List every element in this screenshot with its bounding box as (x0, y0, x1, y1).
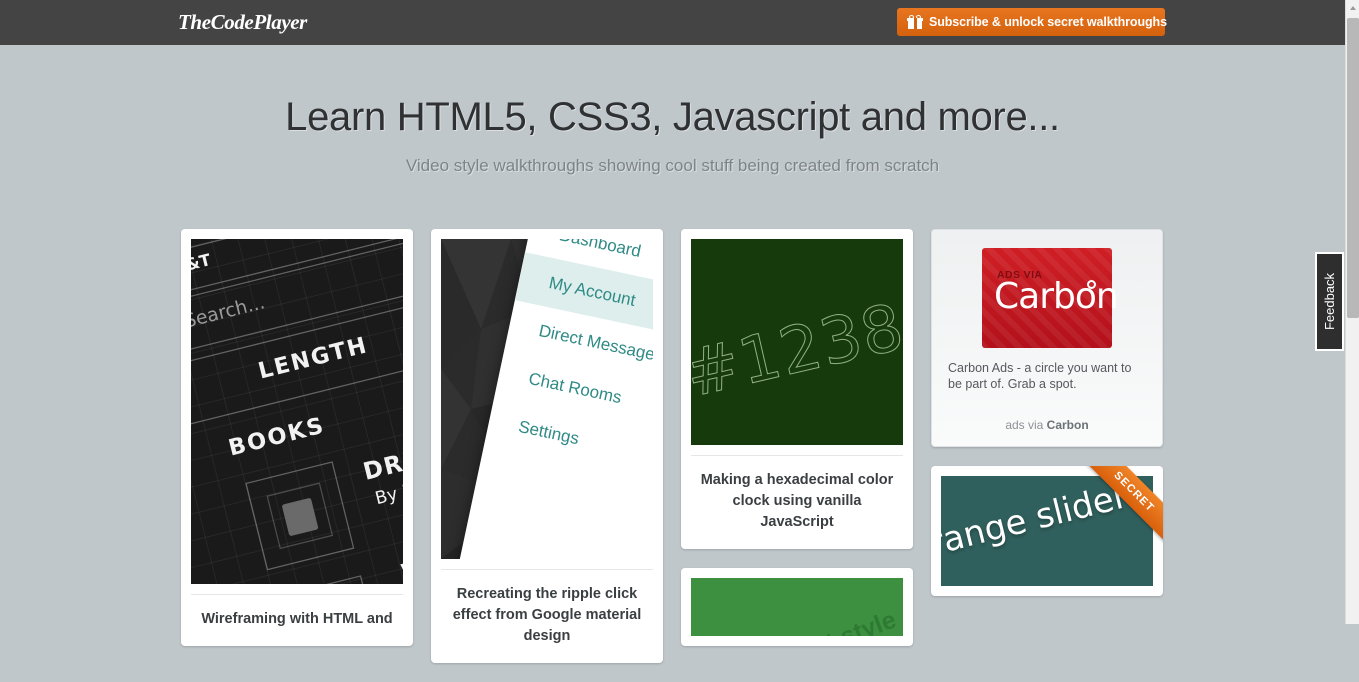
green-thumbnail: t style (691, 578, 903, 636)
card-column-3: #123805 Making a hexadecimal color clock… (681, 229, 913, 665)
wire-book-title: DRIFT (360, 438, 403, 487)
card-column-4: ADS VIA Carbon Carbon Ads - a circle you… (931, 229, 1163, 615)
card-title: Making a hexadecimal color clock using v… (691, 455, 903, 539)
carbon-wordmark: Carbon (994, 276, 1119, 317)
site-logo[interactable]: TheCodePlayer (178, 10, 307, 35)
card-title: Recreating the ripple click effect from … (441, 569, 653, 653)
wireframing-thumbnail: 12:34 PM AT&T Search... LENGTH BOOKS DRI… (191, 239, 403, 584)
card-green-diagonal[interactable]: t style (681, 568, 913, 646)
wire-label-what: WHAT (398, 540, 403, 584)
card-title: Wireframing with HTML and (191, 594, 403, 636)
carbon-ad-card[interactable]: ADS VIA Carbon Carbon Ads - a circle you… (931, 229, 1163, 447)
card-ripple-effect[interactable]: Dashboard My Account Direct Messages Cha… (431, 229, 663, 663)
card-range-slider[interactable]: SECRET range slider (931, 466, 1163, 596)
card-hex-clock[interactable]: #123805 Making a hexadecimal color clock… (681, 229, 913, 549)
feedback-tab-label: Feedback (1322, 272, 1337, 331)
carbon-footer-brand: Carbon (1046, 418, 1089, 432)
card-wireframing[interactable]: 12:34 PM AT&T Search... LENGTH BOOKS DRI… (181, 229, 413, 646)
page-title: Learn HTML5, CSS3, Javascript and more..… (285, 95, 1060, 139)
ripple-thumbnail: Dashboard My Account Direct Messages Cha… (441, 239, 653, 559)
site-header: TheCodePlayer Follow Contact Search Subs… (0, 0, 1345, 45)
hero-section: Learn HTML5, CSS3, Javascript and more..… (0, 45, 1345, 176)
card-grid: 12:34 PM AT&T Search... LENGTH BOOKS DRI… (181, 229, 1181, 663)
page-subtitle: Video style walkthroughs showing cool st… (405, 156, 940, 175)
carbon-ad-image[interactable]: ADS VIA Carbon (982, 248, 1119, 348)
carbon-circle-icon (1087, 280, 1096, 289)
wire-label-books: BOOKS (225, 412, 328, 462)
gift-icon (907, 15, 923, 29)
carbon-ad-description: Carbon Ads - a circle you want to be par… (948, 361, 1132, 391)
card-column-1: 12:34 PM AT&T Search... LENGTH BOOKS DRI… (181, 229, 413, 665)
card-column-2: Dashboard My Account Direct Messages Cha… (431, 229, 663, 682)
carbon-footer-prefix: ads via (1005, 418, 1047, 432)
hexclock-thumbnail: #123805 (691, 239, 903, 445)
subscribe-button[interactable]: Subscribe & unlock secret walkthroughs (897, 8, 1167, 36)
subscribe-button-label: Subscribe & unlock secret walkthroughs (929, 15, 1167, 29)
page-scrollbar[interactable] (1345, 0, 1359, 624)
feedback-tab[interactable]: Feedback (1315, 252, 1344, 351)
scrollbar-thumb[interactable] (1347, 18, 1359, 318)
hex-value: #123805 (691, 271, 903, 413)
range-slider-text: range slider (941, 476, 1132, 564)
carbon-ad-footer[interactable]: ads via Carbon (948, 418, 1146, 432)
scroll-up-arrow-icon[interactable] (1346, 0, 1359, 16)
